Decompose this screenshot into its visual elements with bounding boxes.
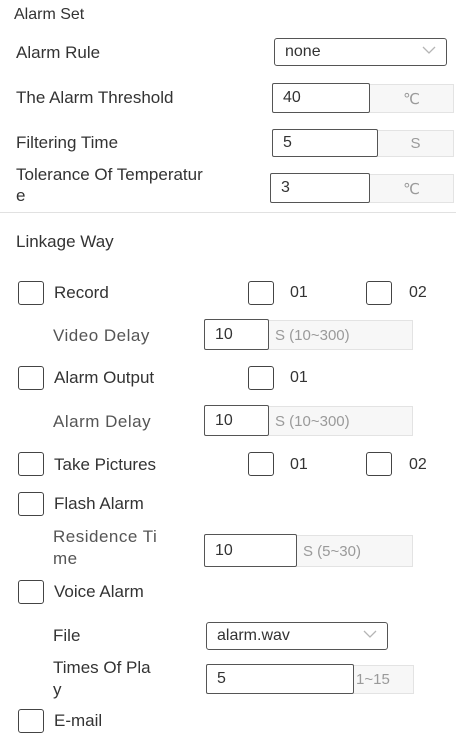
filtering-time-input[interactable]: 5 [272, 129, 378, 157]
alarm-threshold-label: The Alarm Threshold [16, 88, 174, 107]
take-pictures-channel-01-checkbox[interactable] [248, 452, 274, 476]
take-pictures-checkbox[interactable] [18, 452, 44, 476]
record-channel-01-checkbox[interactable] [248, 281, 274, 305]
record-label: Record [54, 283, 109, 302]
times-of-play-label-line2: y [53, 680, 62, 699]
linkage-title: Linkage Way [16, 232, 114, 251]
section-divider [0, 212, 456, 213]
section-title: Alarm Set [14, 6, 85, 23]
file-select[interactable]: alarm.wav [206, 622, 388, 650]
alarm-output-channel-01-label: 01 [290, 369, 308, 386]
video-delay-input[interactable]: 10 [204, 319, 269, 350]
record-channel-02-label: 02 [409, 284, 427, 301]
filtering-time-label: Filtering Time [16, 133, 119, 152]
video-delay-unit: S (10~300) [269, 320, 413, 350]
residence-time-input[interactable]: 10 [204, 534, 297, 567]
alarm-threshold-unit: ℃ [370, 84, 454, 113]
tolerance-unit: ℃ [370, 174, 454, 203]
times-of-play-label: Times Of Pla y [53, 657, 151, 701]
email-checkbox[interactable] [18, 709, 44, 733]
video-delay-label: Video Delay [53, 326, 150, 345]
file-value: alarm.wav [217, 627, 290, 644]
times-of-play-unit: 1~15 [354, 665, 414, 694]
chevron-down-icon [422, 46, 436, 54]
tolerance-input[interactable]: 3 [270, 173, 370, 203]
alarm-delay-label: Alarm Delay [53, 412, 152, 431]
residence-time-label-line2: me [53, 549, 78, 568]
take-pictures-channel-02-checkbox[interactable] [366, 452, 392, 476]
tolerance-label-line1: Tolerance Of Temperatur [16, 165, 203, 184]
residence-time-label: Residence Ti me [53, 526, 157, 570]
record-checkbox[interactable] [18, 281, 44, 305]
tolerance-label: Tolerance Of Temperatur e [16, 164, 203, 206]
residence-time-unit: S (5~30) [297, 535, 413, 567]
flash-alarm-label: Flash Alarm [54, 494, 144, 513]
voice-alarm-checkbox[interactable] [18, 580, 44, 604]
alarm-output-label: Alarm Output [54, 368, 155, 387]
alarm-output-checkbox[interactable] [18, 366, 44, 390]
times-of-play-label-line1: Times Of Pla [53, 658, 151, 677]
file-label: File [53, 626, 81, 645]
alarm-threshold-input[interactable]: 40 [272, 83, 370, 113]
times-of-play-input[interactable]: 5 [206, 664, 354, 694]
alarm-rule-select[interactable]: none [274, 38, 447, 66]
filtering-time-unit: S [378, 130, 454, 157]
record-channel-02-checkbox[interactable] [366, 281, 392, 305]
residence-time-label-line1: Residence Ti [53, 527, 158, 546]
alarm-rule-value: none [285, 43, 321, 60]
chevron-down-icon [363, 630, 377, 638]
take-pictures-label: Take Pictures [54, 455, 157, 474]
alarm-output-channel-01-checkbox[interactable] [248, 366, 274, 390]
voice-alarm-label: Voice Alarm [54, 582, 144, 601]
take-pictures-channel-01-label: 01 [290, 456, 308, 473]
tolerance-label-line2: e [16, 186, 26, 205]
alarm-delay-input[interactable]: 10 [204, 405, 269, 436]
take-pictures-channel-02-label: 02 [409, 456, 427, 473]
flash-alarm-checkbox[interactable] [18, 492, 44, 516]
alarm-rule-label: Alarm Rule [16, 43, 101, 62]
email-label: E-mail [54, 711, 103, 730]
alarm-delay-unit: S (10~300) [269, 406, 413, 436]
record-channel-01-label: 01 [290, 284, 308, 301]
